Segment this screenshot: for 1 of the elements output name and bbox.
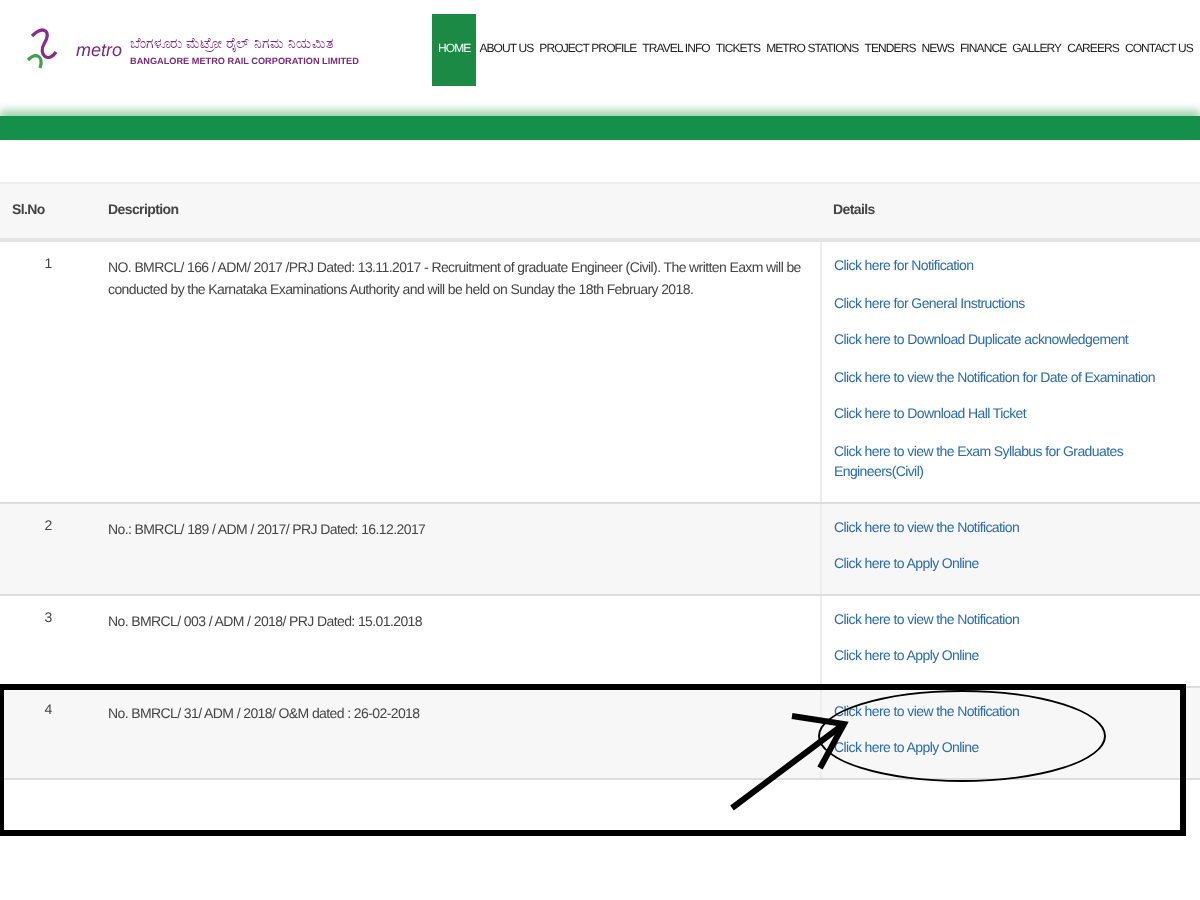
logo-wordmark: metro	[76, 40, 123, 60]
